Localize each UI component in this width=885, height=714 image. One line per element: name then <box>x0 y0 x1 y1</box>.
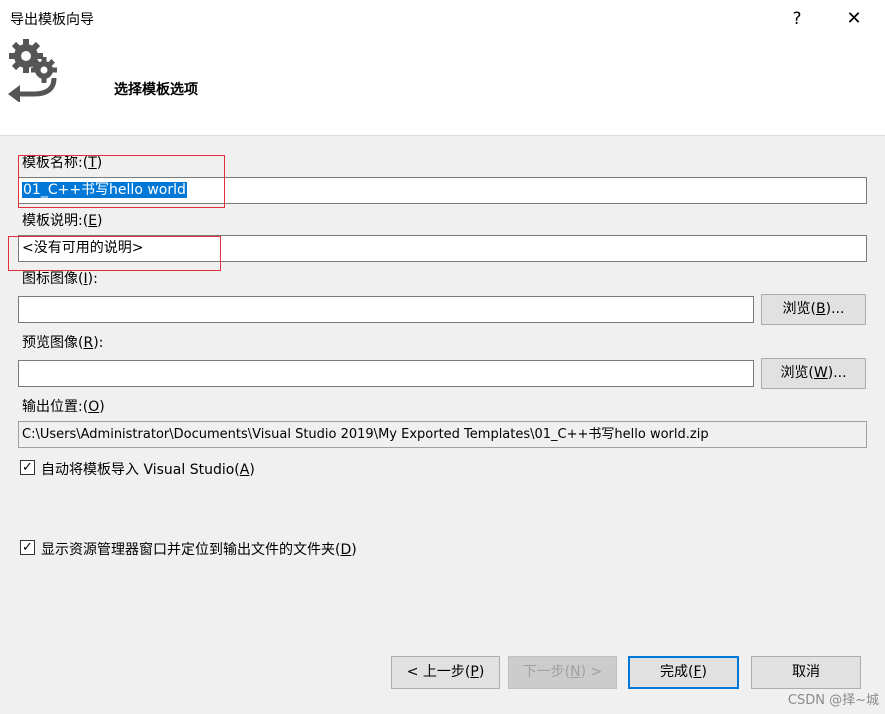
next-button: 下一步(N) > <box>508 656 617 689</box>
preview-image-input[interactable] <box>18 360 754 387</box>
show-explorer-checkbox[interactable]: ✓ <box>20 540 35 555</box>
help-button[interactable]: ? <box>786 6 808 32</box>
annotation-box-name <box>18 155 225 208</box>
page-title: 选择模板选项 <box>114 82 198 98</box>
window-title: 导出模板向导 <box>10 12 94 28</box>
icon-image-input[interactable] <box>18 296 754 323</box>
icon-browse-button[interactable]: 浏览(B)... <box>761 294 866 325</box>
output-location-label: 输出位置:(O) <box>22 399 105 415</box>
watermark: CSDN @择~城 <box>787 693 879 708</box>
close-button[interactable]: ✕ <box>841 6 867 32</box>
icon-image-label: 图标图像(I): <box>22 271 98 287</box>
auto-import-checkbox[interactable]: ✓ <box>20 460 35 475</box>
show-explorer-label[interactable]: 显示资源管理器窗口并定位到输出文件的文件夹(D) <box>41 539 357 559</box>
finish-button[interactable]: 完成(F) <box>628 656 739 689</box>
auto-import-label[interactable]: 自动将模板导入 Visual Studio(A) <box>41 459 255 479</box>
output-location-field[interactable]: C:\Users\Administrator\Documents\Visual … <box>18 421 867 448</box>
template-desc-label: 模板说明:(E) <box>22 213 103 229</box>
preview-image-label: 预览图像(R): <box>22 335 104 351</box>
previous-button[interactable]: < 上一步(P) <box>391 656 500 689</box>
annotation-box-desc <box>8 236 221 271</box>
title-bar <box>0 0 885 38</box>
export-gears-icon <box>8 39 57 102</box>
preview-browse-button[interactable]: 浏览(W)... <box>761 358 866 389</box>
cancel-button[interactable]: 取消 <box>751 656 861 689</box>
